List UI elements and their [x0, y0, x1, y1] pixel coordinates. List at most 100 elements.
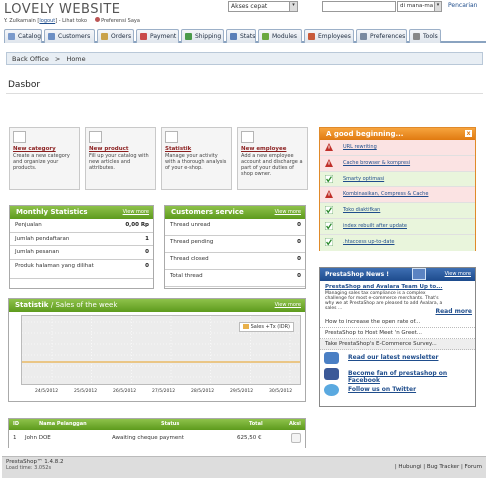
- quick-action-title[interactable]: Statistik: [165, 146, 228, 152]
- tab-shipping[interactable]: Shipping: [181, 29, 224, 43]
- orders-icon: [101, 33, 108, 40]
- search-scope-select[interactable]: di mana-ma ▾: [397, 1, 442, 12]
- tab-label: Shipping: [195, 33, 222, 40]
- news-link[interactable]: How to increase the open rate of...: [325, 319, 420, 325]
- stat-label: Thread pending: [170, 239, 214, 245]
- checklist-item: index rebuilt after update: [320, 218, 475, 235]
- quick-access-value: Akses cepat: [231, 3, 268, 10]
- order-status: Awaiting cheque payment: [112, 435, 184, 441]
- footer-links[interactable]: | Hubungi | Bug Tracker | Forum: [395, 464, 482, 470]
- view-more-link[interactable]: View more: [123, 209, 149, 215]
- x-tick-label: 30/5/2012: [269, 389, 293, 394]
- preferences-link[interactable]: Preferensi Saya: [101, 18, 140, 24]
- chart-title: Statistik: [15, 301, 49, 309]
- preferences-icon: [360, 33, 367, 40]
- newsletter-icon: [324, 352, 339, 364]
- quick-action-desc: Create a new category and organize your …: [13, 153, 70, 171]
- quick-action-title[interactable]: New category: [13, 146, 76, 152]
- tab-employees[interactable]: Employees: [304, 29, 354, 43]
- stat-row: Produk halaman yang dilihat 0: [10, 259, 153, 279]
- newsletter-link[interactable]: Read our latest newsletter: [348, 354, 438, 361]
- page-title: Dasbor: [8, 80, 41, 90]
- stat-label: Thread unread: [170, 222, 211, 228]
- checklist-item: Toko diaktifkan: [320, 203, 475, 219]
- x-tick-label: 28/5/2012: [191, 389, 215, 394]
- quick-action-desc: Manage your activity with a thorough ana…: [165, 153, 227, 171]
- stat-label: Jumlah pendaftaran: [15, 235, 70, 242]
- tab-tools[interactable]: Tools: [409, 29, 441, 43]
- checklist-link[interactable]: Cache browser & kompresi: [343, 160, 410, 166]
- stat-value: 0: [297, 222, 301, 228]
- panel-header: Statistik / Sales of the week View more: [9, 299, 305, 312]
- tab-stats[interactable]: Stats: [226, 29, 256, 43]
- view-order-icon[interactable]: [291, 433, 301, 443]
- chart-icon: [165, 131, 178, 143]
- order-total: 625,50 €: [237, 435, 262, 441]
- col-total: Total: [249, 421, 263, 427]
- view-more-link[interactable]: View more: [275, 302, 301, 308]
- tab-customers[interactable]: Customers: [44, 29, 95, 43]
- news-link[interactable]: Take PrestaShop's E-Commerce Survey...: [325, 341, 437, 347]
- tab-orders[interactable]: Orders: [97, 29, 134, 43]
- checklist-link[interactable]: Kombinasikan, Compress & Cache: [343, 191, 428, 197]
- tab-label: Employees: [318, 33, 351, 40]
- quick-action-statistics[interactable]: Statistik Manage your activity with a th…: [161, 127, 232, 190]
- checklist-item: Kombinasikan, Compress & Cache: [320, 187, 475, 204]
- tab-catalog[interactable]: Catalog: [4, 29, 42, 43]
- tab-modules[interactable]: Modules: [258, 29, 302, 43]
- twitter-link[interactable]: Follow us on Twitter: [348, 386, 416, 393]
- footer: PrestaShop™ 1.4.8.2 Load time: 3.052s | …: [2, 456, 486, 478]
- logout-link[interactable]: logout: [39, 18, 55, 24]
- chevron-down-icon: ▾: [434, 2, 441, 11]
- tab-payment[interactable]: Payment: [136, 29, 179, 43]
- twitter-icon: [324, 384, 339, 396]
- catalog-icon: [8, 33, 15, 40]
- quick-action-new-product[interactable]: New product Fill up your catalog with ne…: [85, 127, 156, 190]
- order-id: 1: [13, 435, 17, 441]
- table-row[interactable]: 1 John DOE Awaiting cheque payment 625,5…: [9, 430, 305, 448]
- warning-icon: [325, 143, 333, 151]
- checklist-link[interactable]: URL rewriting: [343, 144, 377, 150]
- check-icon: [325, 206, 333, 215]
- stat-value: 0: [297, 256, 301, 262]
- legend-swatch: [242, 324, 249, 329]
- view-shop-link[interactable]: Lihat toko: [62, 18, 87, 24]
- tab-preferences[interactable]: Preferences: [356, 29, 407, 43]
- read-more-link[interactable]: Read more: [435, 308, 472, 315]
- quick-action-title[interactable]: New employee: [241, 146, 304, 152]
- chart-subtitle: / Sales of the week: [50, 301, 118, 309]
- check-icon: [325, 237, 333, 246]
- checklist-link[interactable]: Toko diaktifkan: [343, 207, 380, 213]
- panel-title: A good beginning...: [326, 130, 404, 138]
- tools-icon: [413, 33, 420, 40]
- quick-action-title[interactable]: New product: [89, 146, 152, 152]
- quick-access-select[interactable]: Akses cepat ▾: [228, 1, 298, 12]
- close-icon[interactable]: x: [465, 130, 472, 137]
- quick-action-new-employee[interactable]: New employee Add a new employee account …: [237, 127, 308, 190]
- orders-table: ID Nama Pelanggan Status Total Aksi 1 Jo…: [8, 418, 306, 448]
- checklist-link[interactable]: index rebuilt after update: [343, 223, 407, 229]
- checklist-link[interactable]: .htaccess up-to-date: [343, 239, 395, 245]
- stat-row: Jumlah pendaftaran 1: [10, 232, 153, 246]
- news-link-item: PrestaShop to Host Meet 'n Greet...: [320, 328, 475, 339]
- col-id: ID: [13, 421, 20, 427]
- news-headline[interactable]: PrestaShop and Avalara Team Up to...: [325, 284, 470, 290]
- customers-icon: [48, 33, 55, 40]
- breadcrumb-back-office[interactable]: Back Office: [12, 55, 49, 63]
- news-feature: PrestaShop and Avalara Team Up to... Man…: [320, 281, 475, 317]
- chart-legend: Sales +Tx (IDR): [238, 322, 294, 332]
- order-customer: John DOE: [25, 435, 51, 441]
- good-beginning-panel: A good beginning... x URL rewriting Cache…: [319, 127, 476, 251]
- quick-action-desc: Add a new employee account and discharge…: [241, 153, 303, 177]
- view-more-link[interactable]: View more: [275, 209, 301, 215]
- checklist-link[interactable]: Smarty optimasi: [343, 176, 384, 182]
- modules-icon: [262, 33, 269, 40]
- monitor-icon: [412, 268, 426, 280]
- news-link[interactable]: PrestaShop to Host Meet 'n Greet...: [325, 330, 422, 336]
- view-more-link[interactable]: View more: [445, 271, 471, 277]
- stat-value: 0: [297, 273, 301, 279]
- quick-action-new-category[interactable]: New category Create a new category and o…: [9, 127, 80, 190]
- search-input[interactable]: [322, 1, 396, 12]
- search-button[interactable]: Pencarian: [448, 2, 478, 9]
- table-header: ID Nama Pelanggan Status Total Aksi: [9, 419, 305, 430]
